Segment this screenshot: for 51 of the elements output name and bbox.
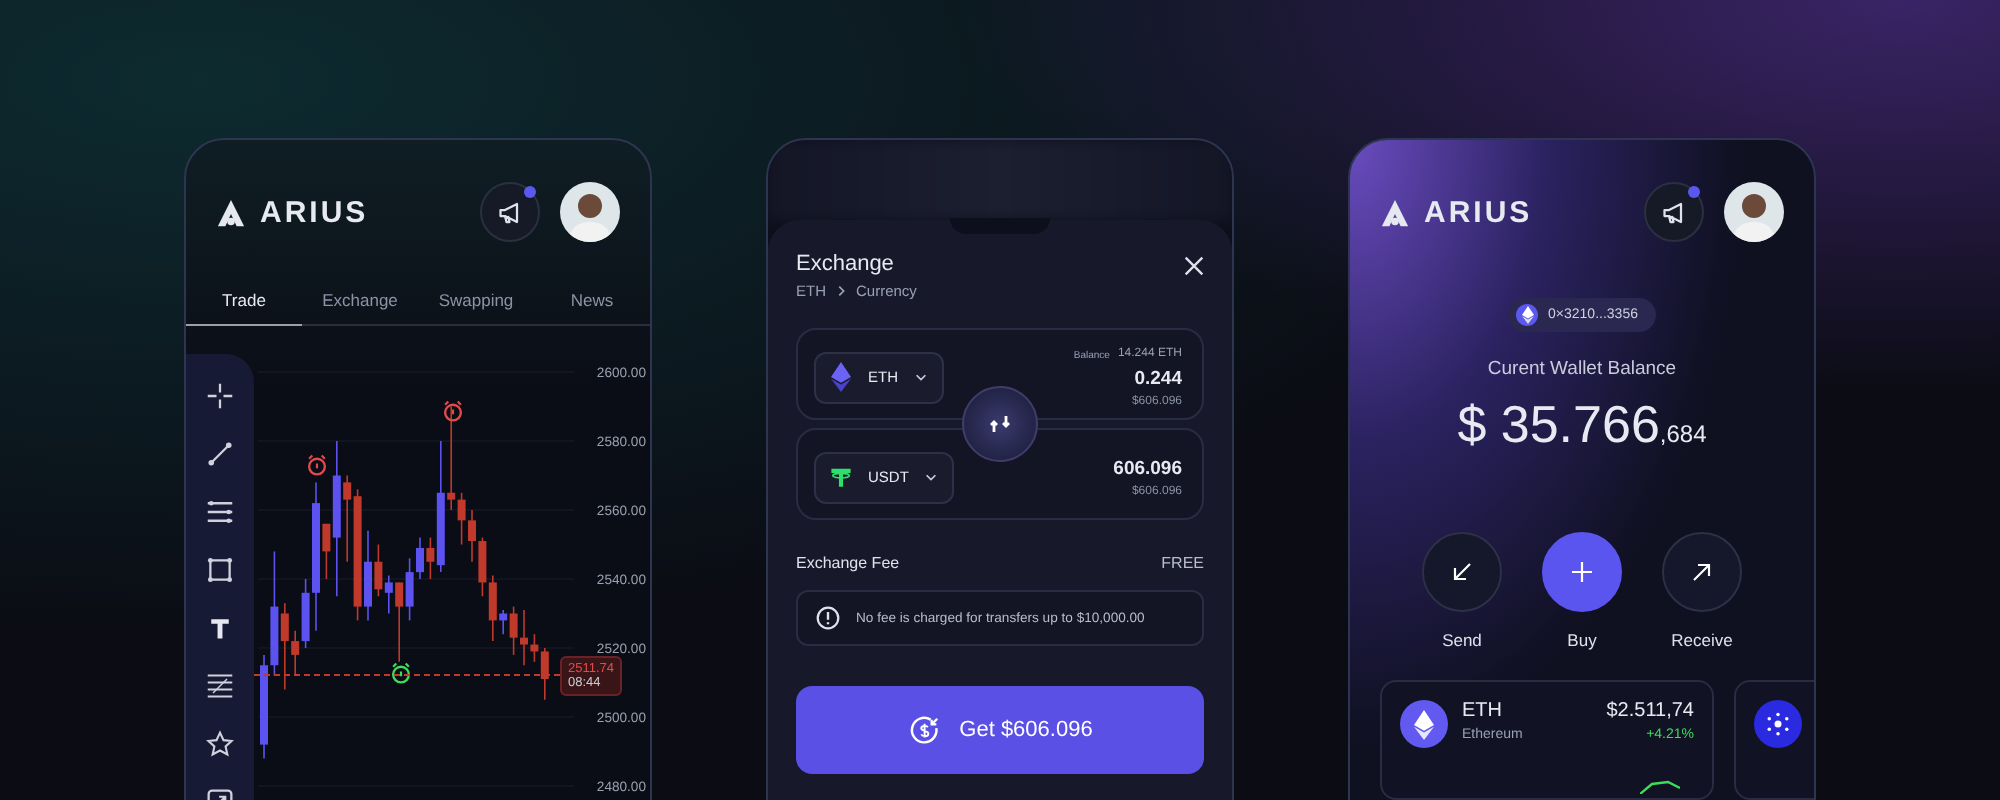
balance-label: Curent Wallet Balance <box>1487 358 1677 380</box>
wallet-balance: $ 35.766,684 <box>1457 394 1707 456</box>
swap-arrows-icon <box>988 412 1012 436</box>
close-icon[interactable] <box>1184 256 1204 276</box>
token-price: $2.511,74 <box>1606 700 1694 722</box>
ethereum-icon <box>1400 700 1448 748</box>
ethereum-icon <box>830 362 852 392</box>
star-icon[interactable] <box>206 730 234 758</box>
tab[interactable]: Exchange <box>302 280 418 326</box>
action-label: Receive <box>1671 630 1733 650</box>
action-label: Send <box>1442 630 1482 650</box>
dollar-refresh-icon <box>907 713 942 747</box>
get-button[interactable]: Get $606.096 <box>796 686 1204 774</box>
arrow-up-right-icon <box>1690 560 1714 584</box>
ethereum-icon <box>1516 304 1539 326</box>
fib-lines-icon[interactable] <box>206 672 234 700</box>
alarm-icon <box>306 454 328 476</box>
info-icon <box>816 606 840 630</box>
fee-value: FREE <box>1161 554 1204 572</box>
tab[interactable]: Swapping <box>418 280 534 326</box>
parallel-lines-icon[interactable] <box>206 498 234 526</box>
cardano-icon <box>1754 700 1802 748</box>
tab[interactable]: News <box>534 280 650 326</box>
logo-icon <box>1380 197 1410 227</box>
tab[interactable]: Trade <box>186 280 302 326</box>
fee-label: Exchange Fee <box>796 554 900 572</box>
crosshair-icon[interactable] <box>206 382 234 410</box>
sheet-title: Exchange <box>796 252 896 276</box>
amount-value: 606.096 <box>1113 457 1182 479</box>
logo-text: ARIUS <box>1424 195 1533 229</box>
rectangle-tool-icon[interactable] <box>206 556 234 584</box>
plus-icon <box>1570 560 1594 584</box>
token-symbol: ETH <box>1462 700 1504 722</box>
action-label: Buy <box>1567 630 1597 650</box>
chevron-right-icon <box>834 284 848 298</box>
logo-text: ARIUS <box>260 195 369 229</box>
alarm-icon <box>390 662 412 684</box>
line-tool-icon[interactable] <box>206 440 234 468</box>
avatar[interactable] <box>560 182 620 242</box>
amount-value: 0.244 <box>1134 367 1182 389</box>
avatar[interactable] <box>1724 182 1784 242</box>
text-tool-icon[interactable] <box>206 614 234 642</box>
notification-button[interactable] <box>480 182 540 242</box>
buy-button[interactable] <box>1542 532 1622 612</box>
arrow-down-left-icon <box>1450 560 1474 584</box>
alarm-icon <box>442 400 464 422</box>
notification-button[interactable] <box>1644 182 1704 242</box>
sparkline-icon <box>1640 778 1680 794</box>
chevron-down-icon <box>924 470 939 484</box>
logo-icon <box>216 197 246 227</box>
chevron-down-icon <box>914 370 928 384</box>
